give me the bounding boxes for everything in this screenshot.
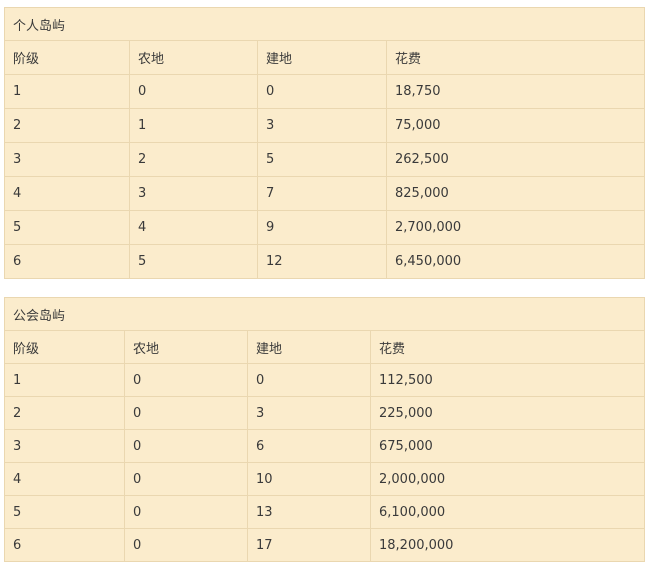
table-title-row: 公会岛屿: [4, 297, 645, 331]
table-cell: 17: [247, 528, 371, 562]
table-cell: 2: [4, 396, 125, 430]
table-cell: 9: [257, 210, 387, 245]
table-cell: 225,000: [370, 396, 645, 430]
table-cell: 3: [4, 429, 125, 463]
table-cell: 0: [124, 363, 248, 397]
table-title: 个人岛屿: [4, 7, 645, 41]
table-row: 1 0 0 18,750: [4, 74, 645, 109]
table-cell: 0: [124, 462, 248, 496]
table-row: 5 0 13 6,100,000: [4, 495, 645, 529]
table-title-row: 个人岛屿: [4, 7, 645, 41]
column-header: 花费: [370, 330, 645, 364]
table-row: 4 3 7 825,000: [4, 176, 645, 211]
column-header: 阶级: [4, 330, 125, 364]
table-row: 5 4 9 2,700,000: [4, 210, 645, 245]
column-header: 阶级: [4, 40, 130, 75]
table-cell: 825,000: [386, 176, 645, 211]
guild-island-table: 公会岛屿 阶级 农地 建地 花费 1 0 0 112,500 2 0 3 225,000 3 0 6 675,0…: [4, 297, 645, 562]
table-cell: 2,700,000: [386, 210, 645, 245]
table-row: 6 0 17 18,200,000: [4, 528, 645, 562]
column-header: 农地: [129, 40, 258, 75]
table-header-row: 阶级 农地 建地 花费: [4, 40, 645, 75]
table-cell: 75,000: [386, 108, 645, 143]
table-cell: 0: [247, 363, 371, 397]
table-cell: 6: [4, 244, 130, 279]
column-header: 农地: [124, 330, 248, 364]
column-header: 花费: [386, 40, 645, 75]
table-cell: 0: [257, 74, 387, 109]
table-cell: 3: [129, 176, 258, 211]
table-row: 1 0 0 112,500: [4, 363, 645, 397]
table-cell: 5: [129, 244, 258, 279]
table-cell: 5: [257, 142, 387, 177]
column-header: 建地: [247, 330, 371, 364]
table-cell: 3: [257, 108, 387, 143]
table-cell: 0: [124, 429, 248, 463]
table-row: 3 0 6 675,000: [4, 429, 645, 463]
table-cell: 1: [4, 363, 125, 397]
table-cell: 4: [4, 176, 130, 211]
personal-island-table: 个人岛屿 阶级 农地 建地 花费 1 0 0 18,750 2 1 3 75,000 3 2 5 262,500…: [4, 7, 645, 279]
table-cell: 5: [4, 210, 130, 245]
table-cell: 6: [4, 528, 125, 562]
table-cell: 6,100,000: [370, 495, 645, 529]
table-cell: 13: [247, 495, 371, 529]
table-cell: 3: [4, 142, 130, 177]
table-row: 4 0 10 2,000,000: [4, 462, 645, 496]
table-cell: 0: [124, 528, 248, 562]
table-row: 3 2 5 262,500: [4, 142, 645, 177]
table-cell: 0: [129, 74, 258, 109]
table-cell: 12: [257, 244, 387, 279]
table-cell: 6,450,000: [386, 244, 645, 279]
table-body: 个人岛屿 阶级 农地 建地 花费 1 0 0 18,750 2 1 3 75,000 3 2 5 262,500…: [4, 7, 645, 279]
table-cell: 2: [129, 142, 258, 177]
table-row: 6 5 12 6,450,000: [4, 244, 645, 279]
table-cell: 1: [4, 74, 130, 109]
table-row: 2 0 3 225,000: [4, 396, 645, 430]
table-cell: 0: [124, 396, 248, 430]
table-cell: 18,200,000: [370, 528, 645, 562]
table-header-row: 阶级 农地 建地 花费: [4, 330, 645, 364]
table-cell: 6: [247, 429, 371, 463]
column-header: 建地: [257, 40, 387, 75]
table-cell: 1: [129, 108, 258, 143]
table-cell: 3: [247, 396, 371, 430]
table-cell: 2,000,000: [370, 462, 645, 496]
table-cell: 10: [247, 462, 371, 496]
table-cell: 2: [4, 108, 130, 143]
table-cell: 262,500: [386, 142, 645, 177]
table-cell: 4: [4, 462, 125, 496]
table-cell: 7: [257, 176, 387, 211]
table-cell: 4: [129, 210, 258, 245]
table-row: 2 1 3 75,000: [4, 108, 645, 143]
table-body: 公会岛屿 阶级 农地 建地 花费 1 0 0 112,500 2 0 3 225,000 3 0 6 675,0…: [4, 297, 645, 562]
table-cell: 675,000: [370, 429, 645, 463]
table-cell: 18,750: [386, 74, 645, 109]
table-title: 公会岛屿: [4, 297, 645, 331]
table-cell: 112,500: [370, 363, 645, 397]
table-cell: 0: [124, 495, 248, 529]
table-cell: 5: [4, 495, 125, 529]
